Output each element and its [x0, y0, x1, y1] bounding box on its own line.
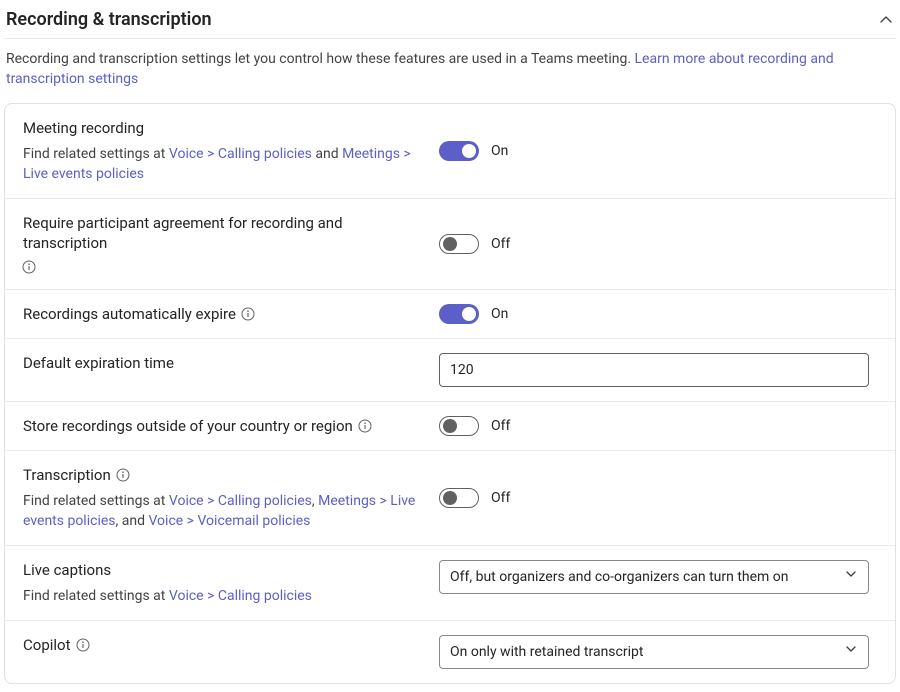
section-description: Recording and transcription settings let…	[6, 49, 894, 89]
label-copilot: Copilot	[23, 635, 71, 655]
label-default-expiration: Default expiration time	[23, 353, 174, 373]
sub-live-captions: Find related settings at Voice > Calling…	[23, 586, 423, 606]
link-voice-calling-policies[interactable]: Voice > Calling policies	[169, 588, 312, 604]
label-store-outside: Store recordings outside of your country…	[23, 416, 353, 436]
toggle-state-transcription: Off	[491, 488, 510, 508]
dropdown-copilot[interactable]: On only with retained transcript	[439, 635, 869, 669]
dropdown-live-captions[interactable]: Off, but organizers and co-organizers ca…	[439, 560, 869, 594]
input-default-expiration[interactable]	[439, 353, 869, 387]
link-voice-voicemail-policies[interactable]: Voice > Voicemail policies	[148, 513, 310, 529]
info-icon[interactable]	[21, 259, 37, 275]
row-auto-expire: Recordings automatically expire On	[5, 289, 895, 338]
row-store-outside: Store recordings outside of your country…	[5, 401, 895, 450]
info-icon[interactable]	[357, 418, 373, 434]
label-auto-expire: Recordings automatically expire	[23, 304, 236, 324]
toggle-state-meeting-recording: On	[491, 141, 508, 161]
section-title: Recording & transcription	[6, 10, 212, 30]
toggle-store-outside[interactable]	[439, 416, 479, 436]
chevron-down-icon	[844, 642, 858, 662]
toggle-state-store-outside: Off	[491, 416, 510, 436]
label-meeting-recording: Meeting recording	[23, 118, 144, 138]
dropdown-live-captions-value: Off, but organizers and co-organizers ca…	[450, 567, 789, 587]
section-description-text: Recording and transcription settings let…	[6, 51, 635, 67]
info-icon[interactable]	[115, 467, 131, 483]
label-live-captions: Live captions	[23, 560, 111, 580]
link-voice-calling-policies[interactable]: Voice > Calling policies	[169, 493, 312, 509]
toggle-meeting-recording[interactable]	[439, 141, 479, 161]
chevron-down-icon	[844, 567, 858, 587]
row-default-expiration: Default expiration time	[5, 338, 895, 401]
row-live-captions: Live captions Find related settings at V…	[5, 545, 895, 620]
info-icon[interactable]	[240, 306, 256, 322]
collapse-icon[interactable]	[878, 12, 894, 28]
row-transcription: Transcription Find related settings at V…	[5, 450, 895, 545]
row-copilot: Copilot On only with retained transcript	[5, 620, 895, 683]
link-voice-calling-policies[interactable]: Voice > Calling policies	[169, 146, 312, 162]
toggle-auto-expire[interactable]	[439, 304, 479, 324]
label-transcription: Transcription	[23, 465, 111, 485]
row-require-agreement: Require participant agreement for record…	[5, 198, 895, 289]
row-meeting-recording: Meeting recording Find related settings …	[5, 104, 895, 198]
dropdown-copilot-value: On only with retained transcript	[450, 642, 643, 662]
settings-card: Meeting recording Find related settings …	[4, 103, 896, 684]
info-icon[interactable]	[75, 637, 91, 653]
label-require-agreement: Require participant agreement for record…	[23, 213, 423, 253]
toggle-state-require-agreement: Off	[491, 234, 510, 254]
sub-transcription: Find related settings at Voice > Calling…	[23, 491, 423, 531]
toggle-require-agreement[interactable]	[439, 234, 479, 254]
toggle-state-auto-expire: On	[491, 304, 508, 324]
sub-meeting-recording: Find related settings at Voice > Calling…	[23, 144, 423, 184]
toggle-transcription[interactable]	[439, 488, 479, 508]
divider	[4, 38, 896, 39]
